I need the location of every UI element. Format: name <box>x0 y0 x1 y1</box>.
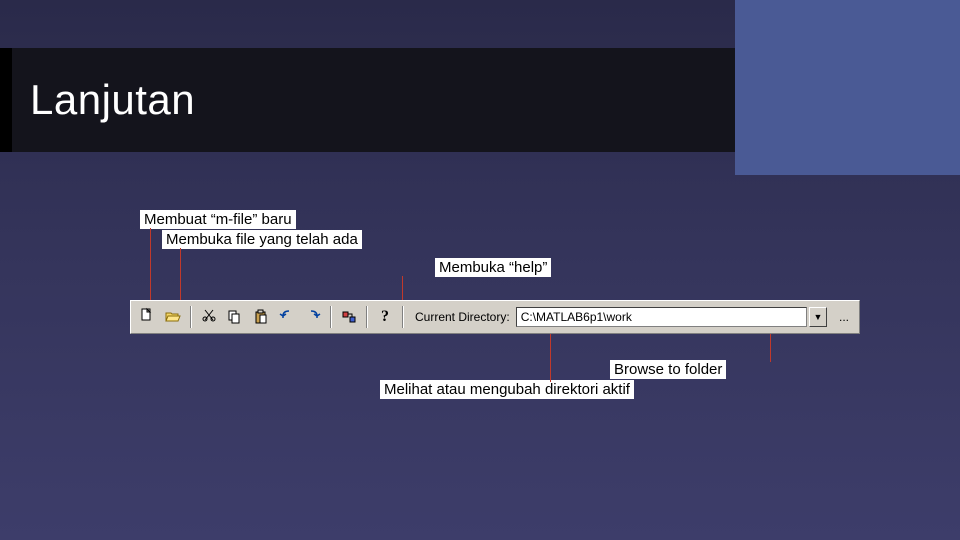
simulink-icon <box>341 309 357 325</box>
new-file-icon <box>139 307 155 327</box>
title-band: Lanjutan <box>0 48 735 152</box>
browse-folder-button[interactable]: ... <box>833 306 855 328</box>
redo-button[interactable] <box>301 305 325 329</box>
toolbar-separator <box>330 306 332 328</box>
copy-button[interactable] <box>223 305 247 329</box>
current-directory-input[interactable] <box>516 307 807 327</box>
open-file-button[interactable] <box>161 305 185 329</box>
accent-panel <box>735 0 960 175</box>
current-directory-label: Current Directory: <box>415 310 510 324</box>
chevron-down-icon: ▼ <box>814 312 823 322</box>
toolbar-separator <box>366 306 368 328</box>
ellipsis-icon: ... <box>839 310 849 324</box>
directory-dropdown-button[interactable]: ▼ <box>809 307 827 327</box>
slide-title: Lanjutan <box>30 76 195 124</box>
open-folder-icon <box>165 309 181 325</box>
redo-icon <box>305 307 321 327</box>
annotation-browse-folder: Browse to folder <box>610 360 726 379</box>
leader-line <box>770 332 771 362</box>
help-button[interactable]: ? <box>373 305 397 329</box>
annotation-change-dir: Melihat atau mengubah direktori aktif <box>380 380 634 399</box>
matlab-toolbar: ? Current Directory: ▼ ... <box>130 300 860 334</box>
simulink-button[interactable] <box>337 305 361 329</box>
annotation-open-file: Membuka file yang telah ada <box>162 230 362 249</box>
toolbar-separator <box>190 306 192 328</box>
leader-line <box>150 228 151 303</box>
help-icon: ? <box>381 308 389 326</box>
scissors-icon <box>201 307 217 327</box>
annotation-new-mfile: Membuat “m-file” baru <box>140 210 296 229</box>
new-file-button[interactable] <box>135 305 159 329</box>
annotation-open-help: Membuka “help” <box>435 258 551 277</box>
toolbar-separator <box>402 306 404 328</box>
paste-icon <box>253 309 269 325</box>
leader-line <box>180 248 181 303</box>
copy-icon <box>227 309 243 325</box>
leader-line <box>550 332 551 382</box>
undo-icon <box>279 307 295 327</box>
cut-button[interactable] <box>197 305 221 329</box>
paste-button[interactable] <box>249 305 273 329</box>
leader-line <box>402 276 403 302</box>
undo-button[interactable] <box>275 305 299 329</box>
